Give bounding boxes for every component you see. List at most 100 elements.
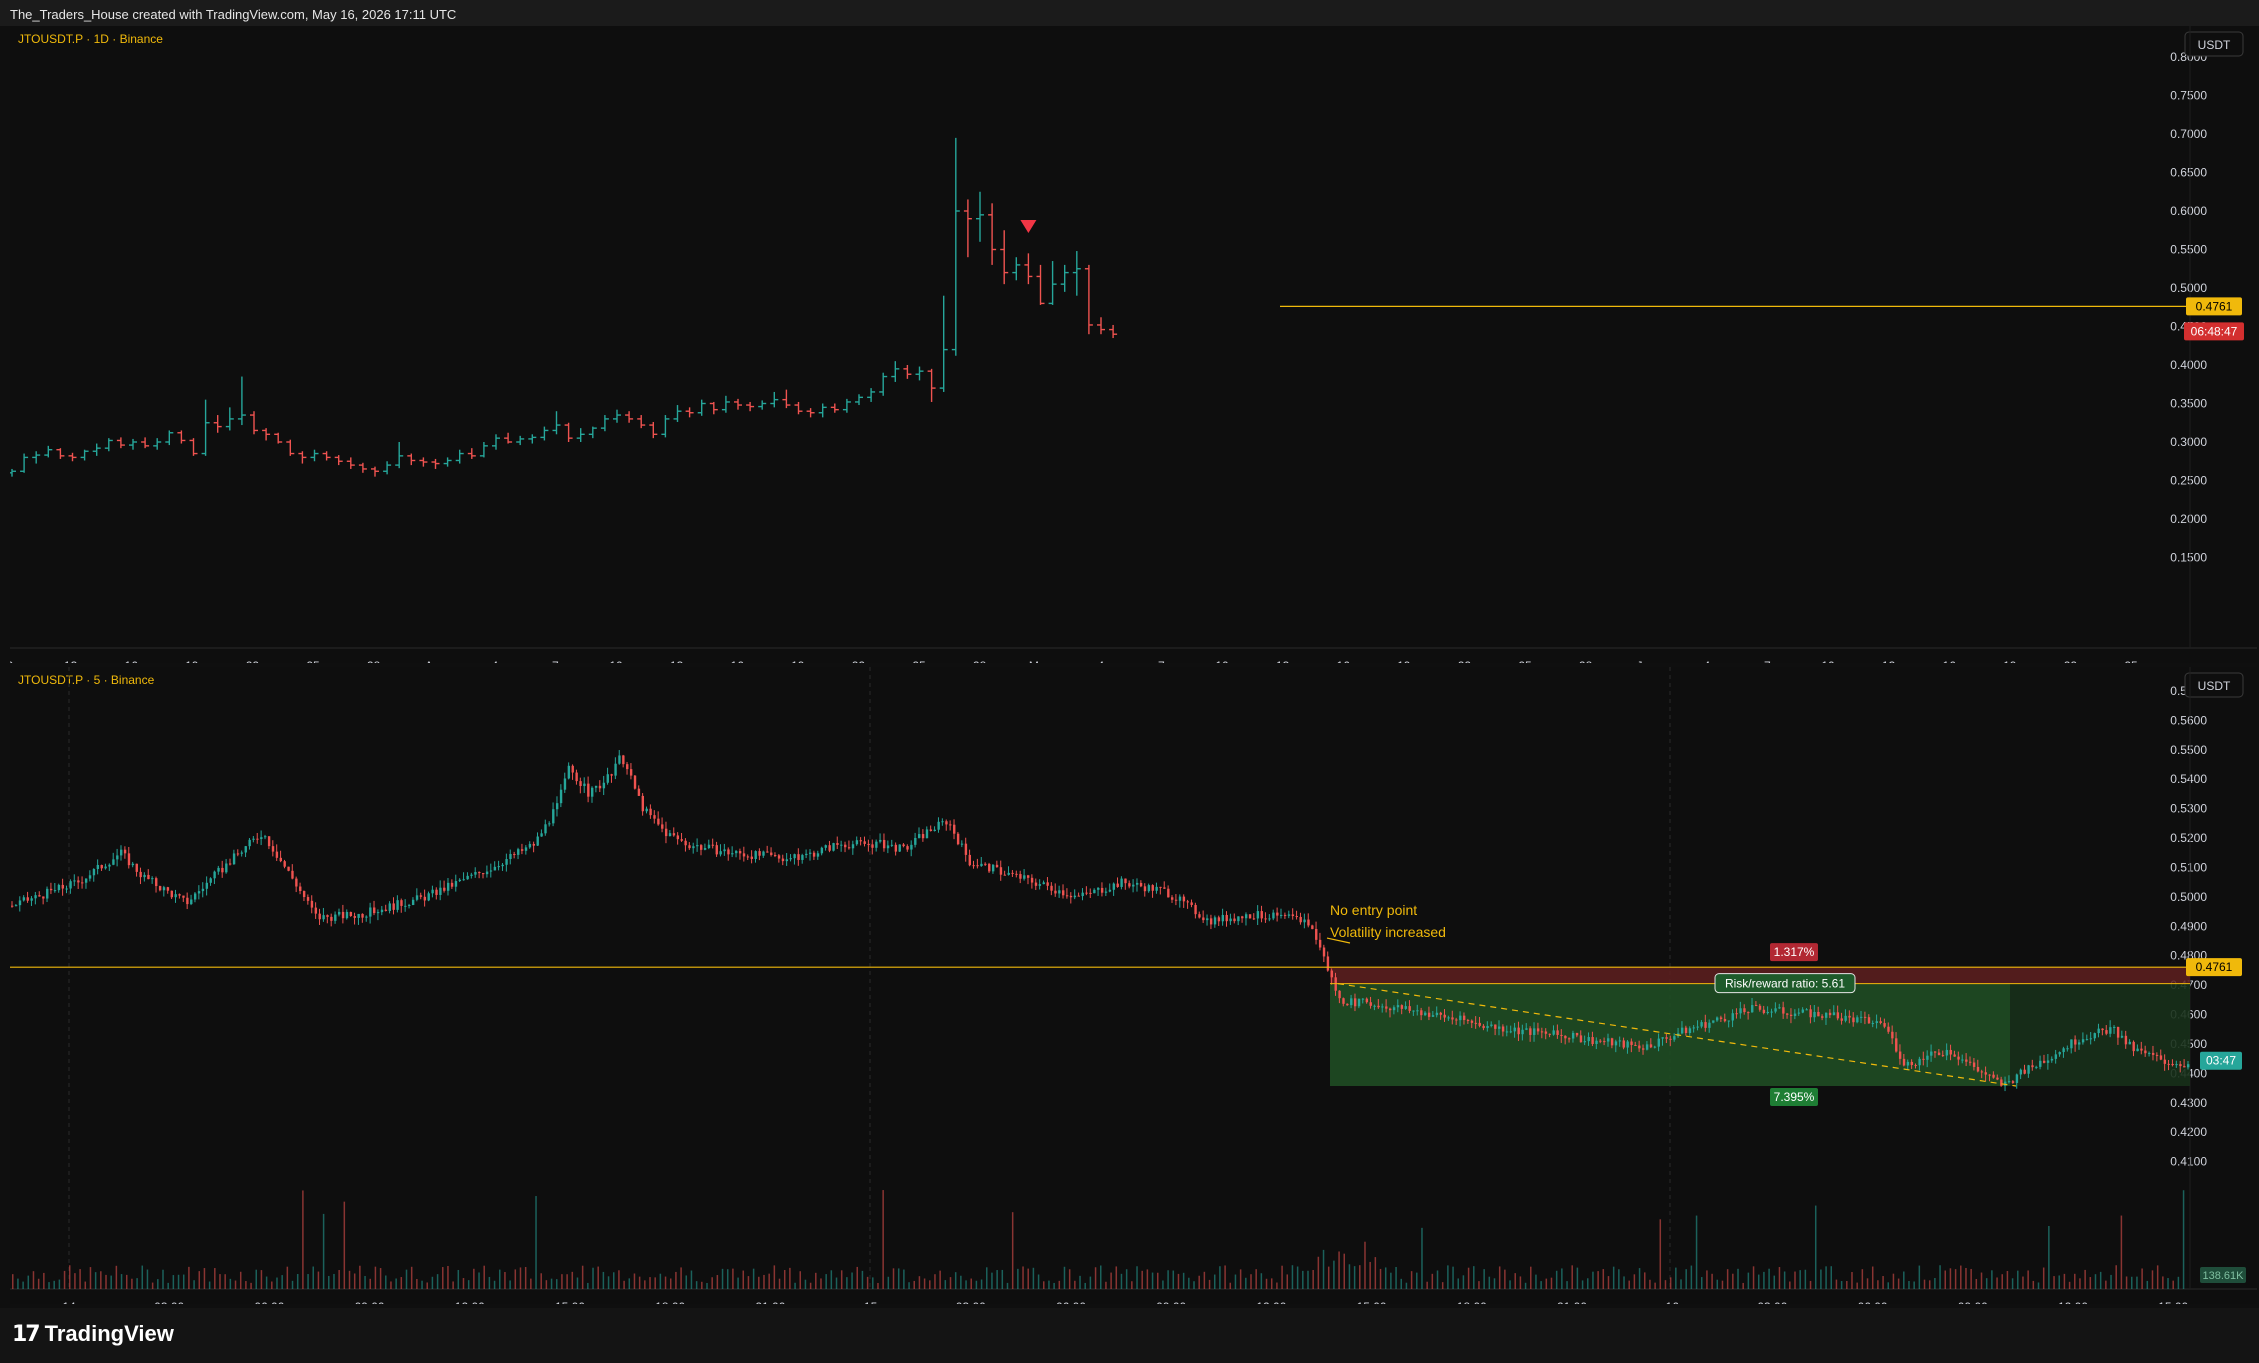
- candle-body: [1696, 1026, 1699, 1028]
- candle-body: [1910, 1061, 1914, 1066]
- volume-bar: [1359, 1265, 1361, 1289]
- volume-bar: [1234, 1274, 1237, 1289]
- volume-bar: [804, 1279, 807, 1289]
- volume-bar: [255, 1269, 258, 1289]
- volume-bar: [431, 1276, 434, 1289]
- candle-body: [174, 894, 177, 898]
- candle: [649, 804, 652, 819]
- candle-body: [1579, 1035, 1583, 1043]
- candle-body: [1400, 1005, 1404, 1009]
- candle-body: [559, 789, 563, 804]
- x-tick-label: 22: [1458, 659, 1472, 663]
- candle-body: [1860, 1016, 1863, 1018]
- volume-bar: [1162, 1280, 1164, 1289]
- candle-body: [910, 844, 913, 850]
- candle-body: [1622, 1040, 1625, 1048]
- ohlc-bar: [310, 449, 319, 462]
- candle: [100, 864, 103, 871]
- volume-bar: [695, 1281, 698, 1289]
- candle-body: [1046, 882, 1049, 886]
- candle-body: [1178, 896, 1182, 901]
- volume-bar: [1105, 1281, 1107, 1289]
- volume-bar: [768, 1273, 770, 1289]
- candle: [65, 885, 68, 894]
- candle-body: [2144, 1050, 2147, 1054]
- candle: [57, 883, 61, 893]
- volume-bar: [1607, 1276, 1610, 1289]
- intraday-candlestick-chart[interactable]: 0.57000.56000.55000.54000.53000.52000.51…: [10, 667, 2257, 1304]
- candle-body: [1575, 1032, 1579, 1036]
- candle: [641, 793, 645, 816]
- candle: [579, 777, 582, 794]
- candle-body: [1871, 1023, 1875, 1025]
- candle-body: [898, 844, 901, 852]
- volume-bar: [17, 1278, 19, 1289]
- volume-bar: [2089, 1277, 2092, 1289]
- candle: [318, 908, 321, 925]
- x-tick-label: 25: [912, 659, 926, 663]
- volume-bar: [239, 1271, 242, 1289]
- candle: [847, 840, 851, 850]
- candle-body: [1311, 925, 1314, 929]
- candle-body: [49, 888, 53, 891]
- volume-bar: [556, 1279, 558, 1289]
- candle-body: [1159, 886, 1162, 888]
- currency-selector[interactable]: USDT: [2184, 31, 2244, 57]
- candle-body: [2031, 1065, 2034, 1068]
- volume-bar: [1400, 1278, 1402, 1289]
- volume-bar: [177, 1274, 180, 1289]
- volume-label: 138.61K: [2203, 1270, 2245, 1282]
- candle-body: [458, 879, 462, 882]
- ohlc-bar: [830, 403, 839, 413]
- candle-body: [1007, 872, 1010, 875]
- candle: [400, 898, 403, 913]
- candle-body: [240, 852, 244, 854]
- ohlc-bar: [153, 438, 162, 450]
- candle: [1128, 880, 1131, 889]
- candle: [1167, 885, 1170, 898]
- volume-bar: [1338, 1251, 1340, 1289]
- tradingview-brand[interactable]: 17 TradingView: [12, 1321, 174, 1347]
- candle: [1003, 870, 1007, 876]
- candle: [396, 895, 399, 913]
- volume-bar: [1555, 1270, 1558, 1289]
- y-tick-label: 0.5200: [2170, 831, 2207, 845]
- candle-body: [614, 763, 617, 776]
- currency-selector[interactable]: USDT: [2184, 672, 2244, 698]
- candle: [1159, 886, 1162, 895]
- ohlc-bar: [1109, 324, 1118, 339]
- candle-body: [1182, 896, 1186, 902]
- volume-bar: [1892, 1273, 1895, 1289]
- ohlc-bar: [1024, 253, 1033, 285]
- candle: [688, 842, 691, 850]
- candle-body: [844, 844, 847, 848]
- candle: [980, 857, 983, 867]
- ohlc-bar: [32, 451, 41, 464]
- candle: [762, 850, 765, 858]
- candle-body: [801, 855, 804, 860]
- y-tick-label: 0.2500: [2170, 474, 2207, 488]
- volume-bar: [1618, 1269, 1620, 1289]
- daily-chart-pane[interactable]: 0.8000 0.7500 0.7000 0.6500 0.6000 0.5500 0.50…: [10, 26, 2257, 663]
- volume-bar: [571, 1271, 574, 1289]
- candle: [170, 890, 173, 900]
- attribution-bar: The_Traders_House created with TradingVi…: [0, 0, 2259, 26]
- volume-bar: [918, 1276, 921, 1289]
- candle-body: [2027, 1065, 2030, 1074]
- volume-bar: [1918, 1265, 1921, 1289]
- candle-body: [664, 828, 668, 837]
- candle-body: [443, 887, 446, 891]
- candle: [14, 904, 18, 907]
- candle-body: [976, 865, 979, 867]
- candle-body: [1879, 1021, 1882, 1024]
- volume-bar: [1473, 1266, 1475, 1289]
- daily-candlestick-chart[interactable]: 0.80000.75000.70000.65000.60000.55000.50…: [10, 26, 2257, 663]
- x-tick-label: 16: [125, 659, 139, 663]
- volume-bar: [530, 1278, 532, 1289]
- volume-bar: [1053, 1282, 1055, 1289]
- candle-body: [1085, 892, 1088, 894]
- candle: [1307, 913, 1310, 928]
- volume-bar: [882, 1190, 884, 1289]
- intraday-chart-pane[interactable]: 0.57000.56000.55000.54000.53000.52000.51…: [10, 667, 2257, 1304]
- x-tick-label: 28: [1579, 659, 1593, 663]
